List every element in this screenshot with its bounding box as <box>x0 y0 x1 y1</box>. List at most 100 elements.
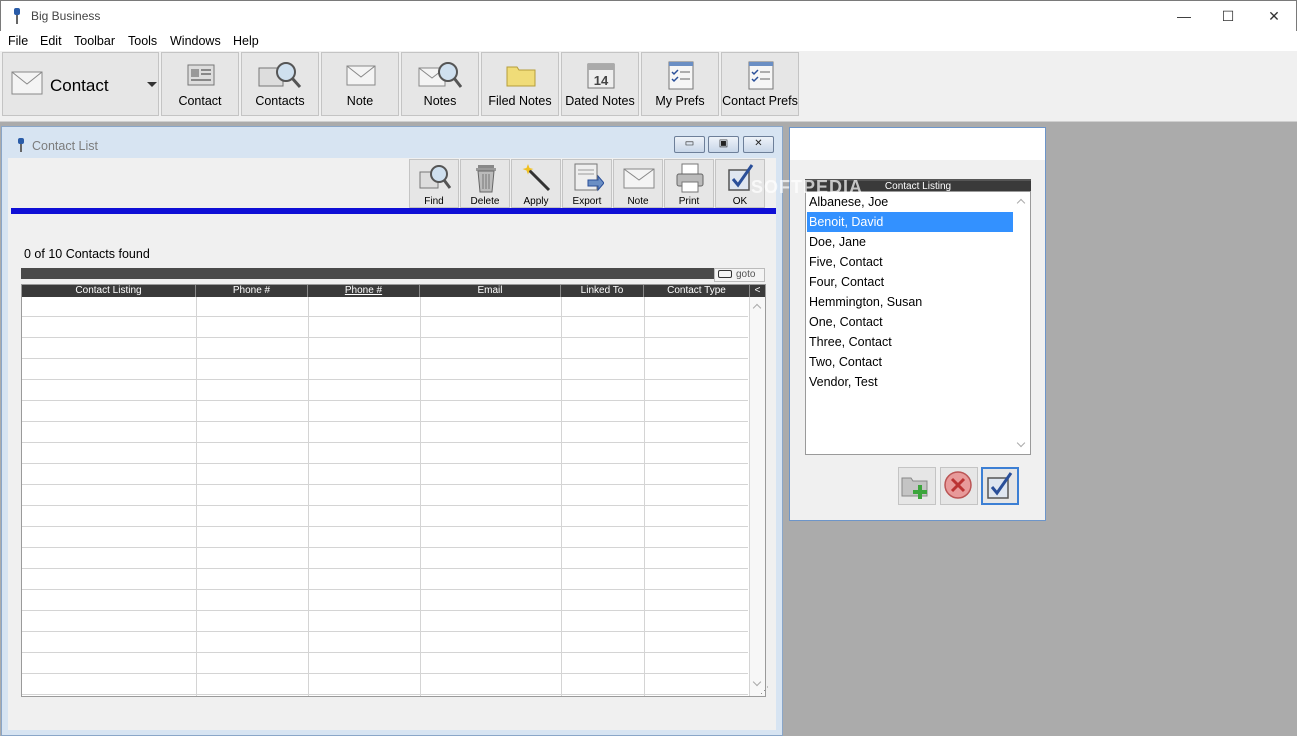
add-contact-button[interactable] <box>898 467 936 505</box>
table-row[interactable] <box>22 673 748 674</box>
module-selector[interactable]: Contact <box>2 52 159 116</box>
menu-edit[interactable]: Edit <box>40 34 62 48</box>
table-row[interactable] <box>22 547 748 548</box>
toolbar-my-prefs-label: My Prefs <box>655 94 705 108</box>
table-row[interactable] <box>22 631 748 632</box>
list-item[interactable]: Five, Contact <box>807 252 1013 272</box>
window-restore-button[interactable]: ▣ <box>708 136 739 153</box>
list-item[interactable]: Vendor, Test <box>807 372 1013 392</box>
toolbar-note-button[interactable]: Note <box>321 52 399 116</box>
delete-button[interactable]: Delete <box>460 159 510 208</box>
table-row[interactable] <box>22 442 748 443</box>
grid-scrollbar[interactable] <box>750 297 765 696</box>
list-item[interactable]: Three, Contact <box>807 332 1013 352</box>
toolbar-contacts-button[interactable]: Contacts <box>241 52 319 116</box>
table-row[interactable] <box>22 400 748 401</box>
column-email[interactable]: Email <box>420 285 561 297</box>
menu-help[interactable]: Help <box>233 34 259 48</box>
table-row[interactable] <box>22 505 748 506</box>
results-count: 0 of 10 Contacts found <box>24 247 150 261</box>
table-row[interactable] <box>22 652 748 653</box>
print-label: Print <box>678 196 700 207</box>
menu-toolbar[interactable]: Toolbar <box>74 34 115 48</box>
table-row[interactable] <box>22 526 748 527</box>
table-row[interactable] <box>22 337 748 338</box>
column-linked-to[interactable]: Linked To <box>561 285 644 297</box>
toolbar-notes-button[interactable]: Notes <box>401 52 479 116</box>
apply-label: Apply <box>523 196 549 207</box>
column-collapse[interactable]: < <box>750 285 765 297</box>
column-contact-type[interactable]: Contact Type <box>644 285 750 297</box>
keyboard-icon <box>718 270 732 278</box>
find-icon <box>419 165 451 189</box>
resize-grip-icon[interactable]: ⋰ <box>760 685 769 696</box>
table-row[interactable] <box>22 358 748 359</box>
table-row[interactable] <box>22 610 748 611</box>
app-icon <box>14 8 20 24</box>
toolbar-contact-prefs-button[interactable]: Contact Prefs <box>721 52 799 116</box>
popup-list-header: Contact Listing <box>805 179 1031 192</box>
goto-label: goto <box>736 269 756 280</box>
window-title: Contact List <box>32 139 99 153</box>
dropdown-arrow-icon[interactable] <box>147 82 157 87</box>
apply-button[interactable]: Apply <box>511 159 561 208</box>
goto-button[interactable]: goto <box>714 268 765 282</box>
scroll-up-icon[interactable] <box>752 303 762 313</box>
popup-contact-list[interactable]: Albanese, Joe Benoit, David Doe, Jane Fi… <box>805 191 1031 455</box>
checkbox-check-icon <box>987 472 1013 499</box>
toolbar-filed-notes-button[interactable]: Filed Notes <box>481 52 559 116</box>
toolbar-notes-label: Notes <box>423 94 457 108</box>
toolbar-contact-button[interactable]: Contact <box>161 52 239 116</box>
window-close-button[interactable]: ✕ <box>743 136 774 153</box>
table-row[interactable] <box>22 589 748 590</box>
grid-column-headers: Contact Listing Phone # Phone # Email Li… <box>22 285 765 297</box>
column-phone-1[interactable]: Phone # <box>196 285 308 297</box>
list-item[interactable]: One, Contact <box>807 312 1013 332</box>
scroll-up-icon[interactable] <box>1016 198 1026 208</box>
checkbox-check-icon <box>728 164 754 191</box>
toolbar-contact-label: Contact <box>178 94 222 108</box>
ok-button[interactable]: OK <box>715 159 765 208</box>
note-button[interactable]: Note <box>613 159 663 208</box>
toolbar-my-prefs-button[interactable]: My Prefs <box>641 52 719 116</box>
list-item-selected[interactable]: Benoit, David <box>807 212 1013 232</box>
export-button[interactable]: Export <box>562 159 612 208</box>
popup-scrollbar[interactable] <box>1014 192 1030 454</box>
table-row[interactable] <box>22 568 748 569</box>
toolbar-note-label: Note <box>346 94 374 108</box>
column-contact-listing[interactable]: Contact Listing <box>22 285 196 297</box>
menu-windows[interactable]: Windows <box>170 34 221 48</box>
list-item[interactable]: Two, Contact <box>807 352 1013 372</box>
list-item[interactable]: Albanese, Joe <box>807 192 1013 212</box>
list-item[interactable]: Doe, Jane <box>807 232 1013 252</box>
table-row[interactable] <box>22 694 748 695</box>
menu-tools[interactable]: Tools <box>128 34 157 48</box>
column-phone-2[interactable]: Phone # <box>308 285 420 297</box>
close-button[interactable]: ✕ <box>1251 1 1297 32</box>
list-item[interactable]: Four, Contact <box>807 272 1013 292</box>
toolbar-dated-notes-button[interactable]: 14 Dated Notes <box>561 52 639 116</box>
cancel-icon <box>944 471 972 499</box>
app-title: Big Business <box>31 9 101 23</box>
table-row[interactable] <box>22 484 748 485</box>
minimize-button[interactable]: — <box>1161 1 1207 32</box>
contact-listing-popup: Contact Listing Albanese, Joe Benoit, Da… <box>789 127 1046 521</box>
table-row[interactable] <box>22 316 748 317</box>
print-button[interactable]: Print <box>664 159 714 208</box>
find-button[interactable]: Find <box>409 159 459 208</box>
toolbar-dated-notes-label: Dated Notes <box>565 94 635 108</box>
window-minimize-button[interactable]: ▭ <box>674 136 705 153</box>
menu-file[interactable]: File <box>8 34 28 48</box>
cancel-button[interactable] <box>940 467 978 505</box>
table-row[interactable] <box>22 463 748 464</box>
contacts-grid[interactable]: Contact Listing Phone # Phone # Email Li… <box>21 284 766 697</box>
list-item[interactable]: Hemmington, Susan <box>807 292 1013 312</box>
confirm-button[interactable] <box>981 467 1019 505</box>
maximize-button[interactable]: ☐ <box>1205 1 1251 32</box>
grid-divider <box>561 297 562 696</box>
toolbar-filed-notes-label: Filed Notes <box>488 94 552 108</box>
table-row[interactable] <box>22 421 748 422</box>
scroll-down-icon[interactable] <box>1016 438 1026 448</box>
grid-divider <box>420 297 421 696</box>
table-row[interactable] <box>22 379 748 380</box>
